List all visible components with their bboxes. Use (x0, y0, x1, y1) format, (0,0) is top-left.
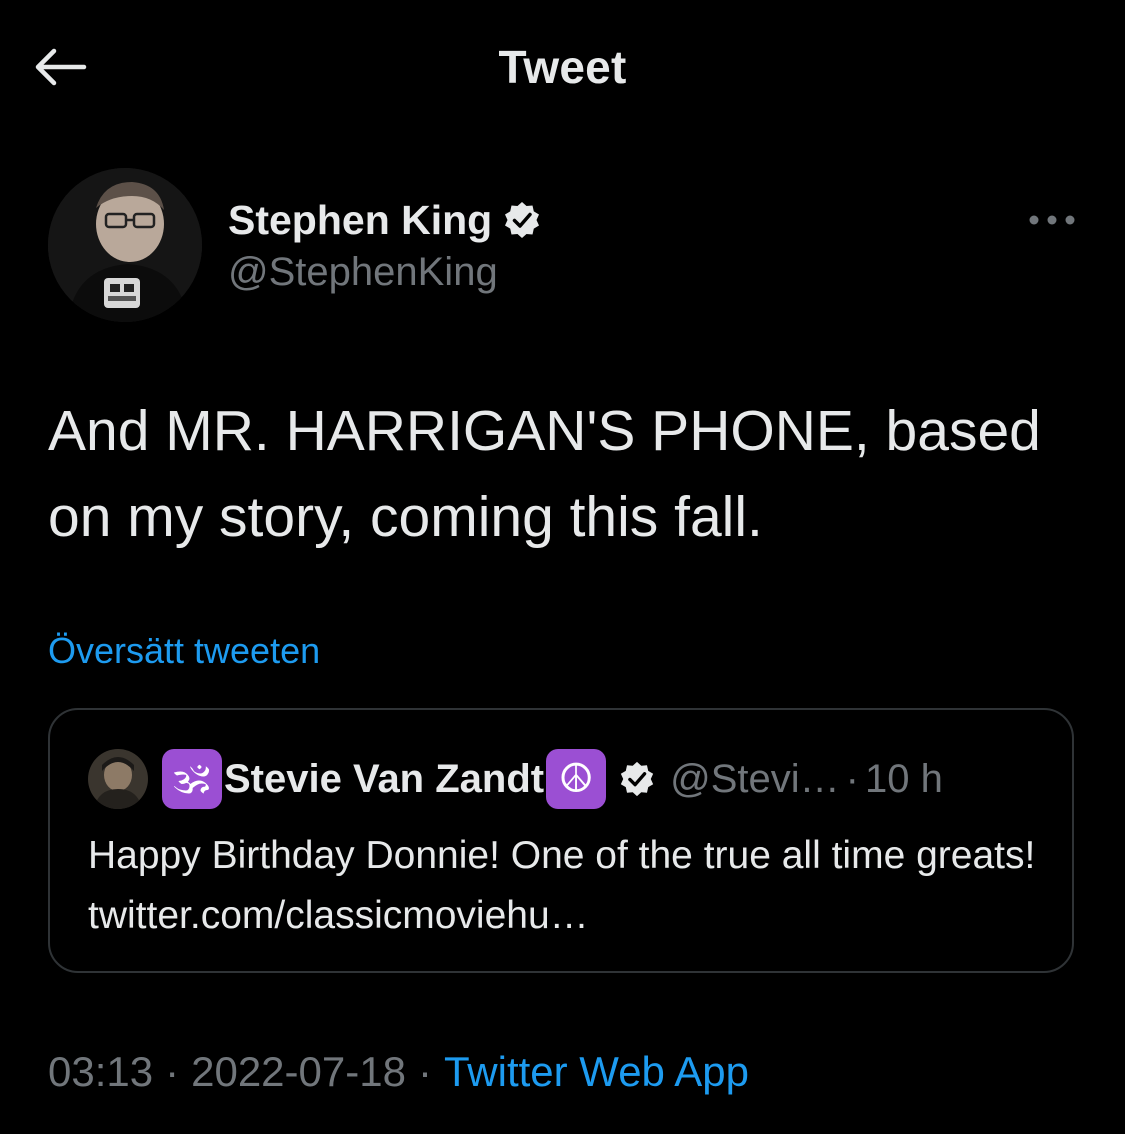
avatar-image (48, 168, 202, 322)
quoted-timestamp: 10 h (864, 756, 943, 801)
separator-dot: · (845, 756, 859, 801)
separator-dot: · (165, 1048, 180, 1095)
verified-badge-icon (505, 202, 540, 238)
quoted-tweet-text: Happy Birthday Donnie! One of the true a… (88, 834, 1036, 937)
author-info: Stephen King @StephenKing (228, 194, 542, 295)
quoted-author-name: Stevie Van Zandt (224, 756, 545, 801)
author-name-row[interactable]: Stephen King (228, 194, 542, 246)
page-title: Tweet (498, 41, 627, 93)
translate-tweet-link[interactable]: Översätt tweeten (48, 630, 320, 672)
more-dots-icon (1029, 215, 1075, 225)
peace-emoji: ☮ (546, 749, 607, 809)
tweet-text: And MR. HARRIGAN'S PHONE, based on my st… (48, 399, 1041, 549)
quoted-avatar-image (88, 749, 148, 809)
tweet-time[interactable]: 03:13 (48, 1048, 153, 1095)
om-emoji: 🕉 (162, 749, 222, 809)
quoted-author-handle: @Stevi… (670, 756, 840, 801)
author-handle[interactable]: @StephenKing (228, 250, 542, 295)
author-avatar[interactable] (48, 168, 202, 322)
tweet-meta: 03:13 · 2022-07-18 · Twitter Web App (48, 1048, 749, 1096)
quoted-tweet-card[interactable]: 🕉 Stevie Van Zandt ☮ @Stevi… · 10 h Happ… (48, 708, 1074, 973)
tweet-source-link[interactable]: Twitter Web App (444, 1048, 749, 1095)
more-options-button[interactable] (1024, 200, 1080, 240)
author-name: Stephen King (228, 196, 493, 243)
top-bar: Tweet (0, 0, 1125, 135)
quoted-tweet-header: 🕉 Stevie Van Zandt ☮ @Stevi… · 10 h (88, 748, 943, 810)
quoted-author-avatar (88, 749, 148, 809)
quoted-verified-badge-icon (620, 761, 654, 797)
tweet-date[interactable]: 2022-07-18 (191, 1048, 406, 1095)
separator-dot: · (417, 1048, 432, 1095)
